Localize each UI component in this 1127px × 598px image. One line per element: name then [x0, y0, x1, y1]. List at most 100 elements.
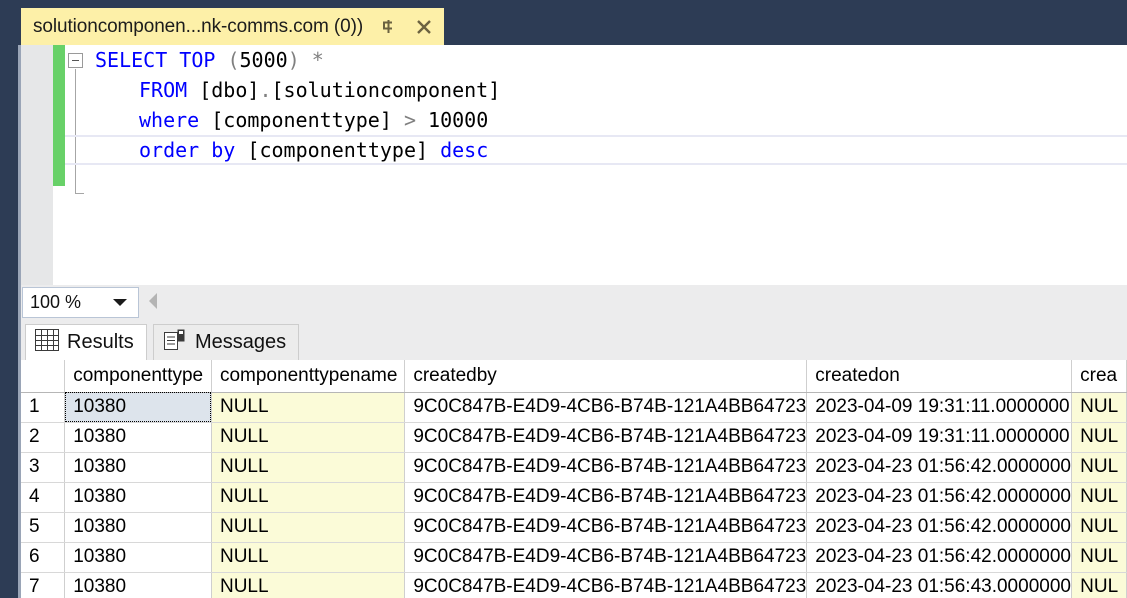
document-icon: [163, 328, 187, 357]
cell-crea[interactable]: NUL: [1071, 512, 1127, 543]
cell-componenttypename[interactable]: NULL: [211, 542, 406, 573]
results-grid[interactable]: componenttype componenttypename createdby c…: [21, 360, 1127, 598]
cell-createdon[interactable]: 2023-04-23 01:56:42.0000000: [806, 512, 1073, 543]
cell-componenttype[interactable]: 10380: [64, 482, 212, 513]
pin-icon[interactable]: [377, 15, 399, 39]
cell-componenttypename[interactable]: NULL: [211, 392, 406, 423]
token-punct: .: [259, 78, 272, 102]
cell-createdon[interactable]: 2023-04-23 01:56:43.0000000: [806, 572, 1073, 598]
table-row[interactable]: 5 10380 NULL 9C0C847B-E4D9-4CB6-B74B-121A4B…: [21, 512, 1127, 543]
cell-crea[interactable]: NUL: [1071, 542, 1127, 573]
sql-editor[interactable]: SELECT TOP (5000) * FROM [dbo].[solutionc…: [21, 45, 1127, 285]
token-kw: FROM: [139, 78, 188, 102]
document-tabstrip: solutioncomponen...nk-comms.com (0)): [18, 0, 1127, 45]
row-number-cell[interactable]: 5: [21, 512, 66, 543]
editor-indicator-margin[interactable]: [21, 45, 53, 285]
token-punct: (: [227, 48, 240, 72]
cell-createdby[interactable]: 9C0C847B-E4D9-4CB6-B74B-121A4BB64723: [404, 542, 808, 573]
cell-componenttypename[interactable]: NULL: [211, 512, 406, 543]
cell-createdby[interactable]: 9C0C847B-E4D9-4CB6-B74B-121A4BB64723: [404, 482, 808, 513]
grid-icon: [35, 329, 59, 356]
splitter-left-arrow-icon[interactable]: [149, 293, 157, 309]
row-number-cell[interactable]: 1: [21, 392, 66, 423]
ssms-window: solutioncomponen...nk-comms.com (0)) SEL…: [0, 0, 1127, 598]
code-line-text: where [componenttype] > 10000: [65, 105, 488, 135]
token-kw: desc: [440, 138, 489, 162]
results-tabstrip: Results Messages: [21, 320, 1127, 360]
cell-crea[interactable]: NUL: [1071, 572, 1127, 598]
cell-crea[interactable]: NUL: [1071, 392, 1127, 423]
token-ident: [componenttype]: [247, 138, 429, 162]
chevron-down-icon[interactable]: [113, 299, 127, 306]
zoom-level-combobox[interactable]: 100 %: [22, 287, 139, 318]
token-kw: SELECT: [95, 48, 168, 72]
cell-componenttype[interactable]: 10380: [64, 542, 212, 573]
token-ident: [solutioncomponent]: [271, 78, 501, 102]
table-row[interactable]: 1 10380 NULL 9C0C847B-E4D9-4CB6-B74B-121A4B…: [21, 392, 1127, 423]
tab-messages[interactable]: Messages: [153, 324, 300, 360]
column-header-crea[interactable]: crea: [1071, 360, 1127, 393]
cell-componenttypename[interactable]: NULL: [211, 452, 406, 483]
table-row[interactable]: 3 10380 NULL 9C0C847B-E4D9-4CB6-B74B-121A4B…: [21, 452, 1127, 483]
editor-statusbar: 100 %: [21, 285, 1127, 320]
cell-crea[interactable]: NUL: [1071, 452, 1127, 483]
token-num: 5000: [239, 48, 288, 72]
token-punct: ): [287, 48, 300, 72]
code-line-1[interactable]: SELECT TOP (5000) *: [65, 45, 1127, 75]
column-header-rownum[interactable]: [21, 360, 66, 393]
close-icon[interactable]: [413, 15, 435, 39]
column-header-createdby[interactable]: createdby: [404, 360, 808, 393]
code-line-text: SELECT TOP (5000) *: [65, 45, 324, 75]
column-header-componenttypename[interactable]: componenttypename: [211, 360, 406, 393]
code-line-3[interactable]: where [componenttype] > 10000: [65, 105, 1127, 135]
row-number-cell[interactable]: 2: [21, 422, 66, 453]
cell-componenttypename[interactable]: NULL: [211, 482, 406, 513]
cell-createdby[interactable]: 9C0C847B-E4D9-4CB6-B74B-121A4BB64723: [404, 572, 808, 598]
cell-createdby[interactable]: 9C0C847B-E4D9-4CB6-B74B-121A4BB64723: [404, 452, 808, 483]
tab-results[interactable]: Results: [25, 324, 147, 360]
cell-crea[interactable]: NUL: [1071, 422, 1127, 453]
results-table: componenttype componenttypename createdby c…: [21, 360, 1127, 598]
cell-componenttype[interactable]: 10380: [64, 512, 212, 543]
cell-crea[interactable]: NUL: [1071, 482, 1127, 513]
code-area[interactable]: SELECT TOP (5000) * FROM [dbo].[solutionc…: [65, 45, 1127, 285]
cell-componenttype[interactable]: 10380: [64, 422, 212, 453]
cell-createdon[interactable]: 2023-04-09 19:31:11.0000000: [806, 392, 1073, 423]
cell-componenttype[interactable]: 10380: [64, 452, 212, 483]
cell-createdby[interactable]: 9C0C847B-E4D9-4CB6-B74B-121A4BB64723: [404, 422, 808, 453]
cell-componenttype[interactable]: 10380: [64, 392, 212, 423]
cell-createdon[interactable]: 2023-04-23 01:56:42.0000000: [806, 482, 1073, 513]
cell-componenttypename[interactable]: NULL: [211, 422, 406, 453]
column-header-componenttype[interactable]: componenttype: [64, 360, 212, 393]
table-row[interactable]: 6 10380 NULL 9C0C847B-E4D9-4CB6-B74B-121A4B…: [21, 542, 1127, 573]
column-header-createdon[interactable]: createdon: [806, 360, 1073, 393]
table-header-row: componenttype componenttypename createdby c…: [21, 360, 1127, 393]
table-row[interactable]: 4 10380 NULL 9C0C847B-E4D9-4CB6-B74B-121A4B…: [21, 482, 1127, 513]
code-line-4[interactable]: order by [componenttype] desc: [65, 135, 1127, 165]
token-kw: where: [139, 108, 200, 132]
document-tab-solutioncomponent[interactable]: solutioncomponen...nk-comms.com (0)): [21, 8, 445, 45]
cell-createdon[interactable]: 2023-04-09 19:31:11.0000000: [806, 422, 1073, 453]
cell-createdon[interactable]: 2023-04-23 01:56:42.0000000: [806, 542, 1073, 573]
row-number-cell[interactable]: 4: [21, 482, 66, 513]
table-row[interactable]: 7 10380 NULL 9C0C847B-E4D9-4CB6-B74B-121A4B…: [21, 572, 1127, 598]
code-line-2[interactable]: FROM [dbo].[solutioncomponent]: [65, 75, 1127, 105]
cell-componenttypename[interactable]: NULL: [211, 572, 406, 598]
cell-createdby[interactable]: 9C0C847B-E4D9-4CB6-B74B-121A4BB64723: [404, 392, 808, 423]
row-number-cell[interactable]: 6: [21, 542, 66, 573]
cell-componenttype[interactable]: 10380: [64, 572, 212, 598]
code-line-text: FROM [dbo].[solutioncomponent]: [65, 75, 500, 105]
zoom-level-value: 100 %: [30, 292, 82, 312]
row-number-cell[interactable]: 7: [21, 572, 66, 598]
cell-createdby[interactable]: 9C0C847B-E4D9-4CB6-B74B-121A4BB64723: [404, 512, 808, 543]
row-number-cell[interactable]: 3: [21, 452, 66, 483]
cell-createdon[interactable]: 2023-04-23 01:56:42.0000000: [806, 452, 1073, 483]
table-row[interactable]: 2 10380 NULL 9C0C847B-E4D9-4CB6-B74B-121A4B…: [21, 422, 1127, 453]
tab-results-label: Results: [67, 331, 134, 353]
